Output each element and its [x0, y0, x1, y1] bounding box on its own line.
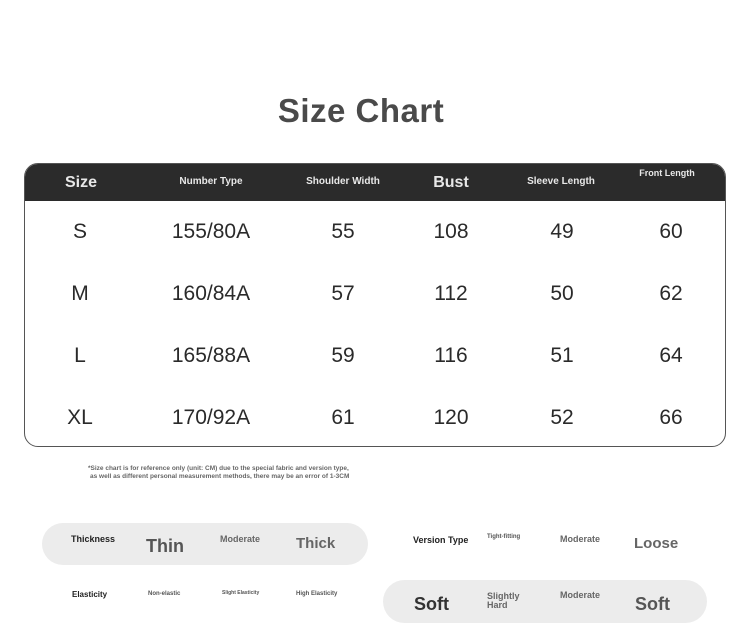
size-disclaimer-note: *Size chart is for reference only (unit:…: [88, 465, 508, 481]
header-shoulder-width: Shoulder Width: [306, 176, 380, 188]
table-cell: 160/84A: [171, 282, 251, 305]
table-cell: 59: [331, 344, 355, 367]
thickness-option-thick: Thick: [296, 535, 336, 552]
page-title: Size Chart: [277, 92, 445, 129]
note-line: as well as different personal measuremen…: [90, 473, 350, 480]
table-cell: 108: [433, 220, 469, 243]
header-number-type: Number Type: [179, 176, 243, 188]
version-option-loose: Loose: [634, 535, 679, 552]
elasticity-option-slight: Slight Elasticity: [222, 590, 260, 596]
size-table: Size Number Type Shoulder Width Bust Sle…: [24, 163, 726, 447]
table-cell: 120: [433, 406, 469, 429]
table-row: M 160/84A 57 112 50 62: [25, 263, 725, 325]
table-cell: 64: [659, 344, 683, 367]
header-sleeve-length: Sleeve Length: [527, 176, 595, 188]
table-row: XL 170/92A 61 120 52 66: [25, 387, 725, 446]
table-header-row: Size Number Type Shoulder Width Bust Sle…: [25, 164, 725, 201]
table-row: L 165/88A 59 116 51 64: [25, 325, 725, 387]
table-cell: S: [72, 220, 88, 243]
header-front-length: Front Length: [639, 168, 695, 178]
version-option-tight: Tight-fitting: [487, 534, 521, 540]
elasticity-label: Elasticity: [72, 590, 108, 599]
table-cell: 112: [434, 282, 468, 305]
table-cell: 165/88A: [171, 344, 251, 367]
table-cell: 60: [659, 220, 683, 243]
softness-option-moderate: Moderate: [560, 590, 601, 600]
table-row: S 155/80A 55 108 49 60: [25, 201, 725, 263]
table-cell: M: [71, 282, 89, 305]
table-cell: 51: [550, 344, 574, 367]
table-cell: 55: [331, 220, 355, 243]
thickness-option-moderate: Moderate: [220, 534, 261, 544]
table-cell: 52: [550, 406, 574, 429]
header-bust: Bust: [433, 173, 469, 191]
table-cell: 170/92A: [171, 406, 251, 429]
softness-option-soft: Soft: [414, 594, 449, 614]
table-cell: 62: [659, 282, 683, 305]
elasticity-option-none: Non-elastic: [148, 591, 181, 597]
table-cell: 116: [434, 344, 468, 367]
elasticity-option-high: High Elasticity: [296, 591, 338, 597]
table-cell: 57: [331, 282, 355, 305]
softness-option-slightly-hard: Slightly Hard: [487, 591, 520, 610]
note-line: *Size chart is for reference only (unit:…: [88, 465, 349, 472]
softness-option-soft-selected: Soft: [635, 594, 670, 614]
table-cell: 49: [550, 220, 574, 243]
table-cell: 61: [331, 406, 355, 429]
thickness-label: Thickness: [71, 534, 116, 544]
table-cell: 66: [659, 406, 683, 429]
table-cell: XL: [67, 406, 93, 429]
table-cell: L: [74, 344, 86, 367]
version-type-label: Version Type: [413, 535, 469, 545]
table-cell: 50: [550, 282, 574, 305]
version-option-moderate: Moderate: [560, 534, 601, 544]
table-cell: 155/80A: [171, 220, 251, 243]
header-size: Size: [64, 173, 98, 191]
thickness-option-thin: Thin: [146, 536, 184, 556]
